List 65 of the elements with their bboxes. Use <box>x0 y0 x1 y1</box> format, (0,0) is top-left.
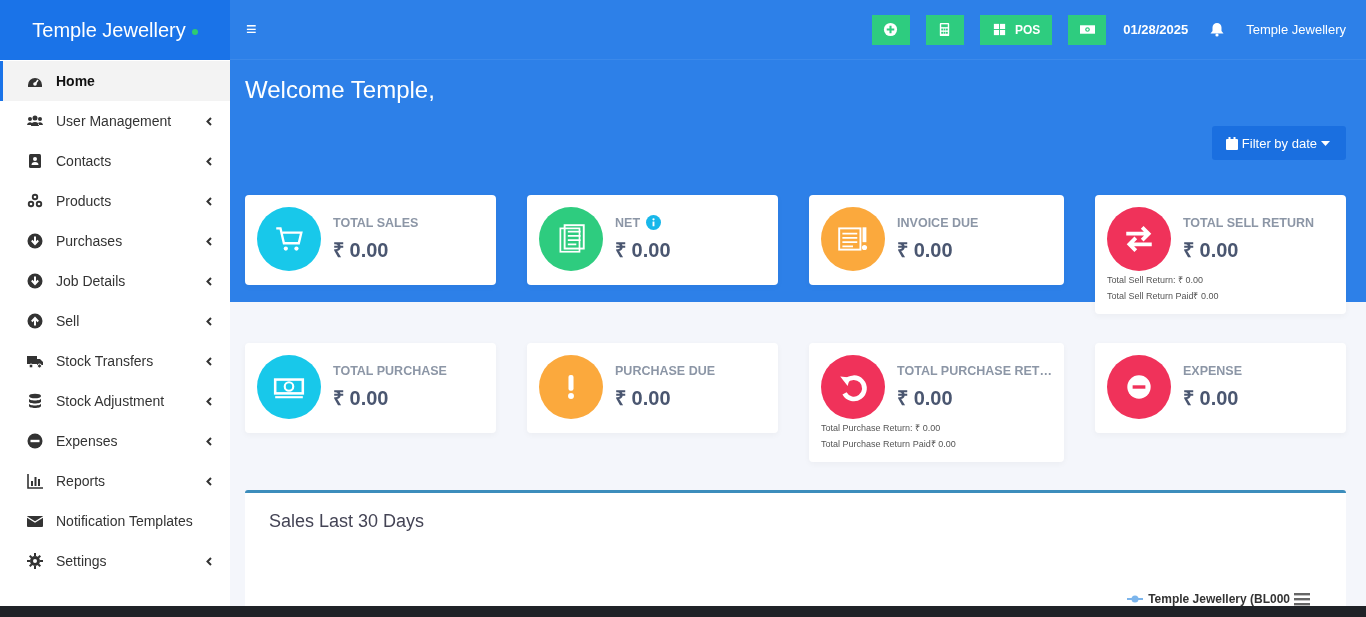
sidebar-item[interactable]: User Management <box>0 101 230 141</box>
sidebar-item[interactable]: Products <box>0 181 230 221</box>
stat-value: ₹ 0.00 <box>1182 385 1240 411</box>
stat-title: TOTAL PURCHASE RET… <box>897 363 1052 378</box>
sidebar-item[interactable]: Home <box>0 61 230 101</box>
stat-value: ₹ 0.00 <box>1182 237 1240 263</box>
user-menu-link[interactable]: Temple Jewellery <box>1246 22 1346 37</box>
toolbar-button[interactable] <box>1068 14 1107 45</box>
sidebar-item[interactable]: Purchases <box>0 221 230 261</box>
stat-value: ₹ 0.00 <box>897 385 954 411</box>
brand-name[interactable]: Temple Jewellery <box>32 18 186 42</box>
arrow-down-circle-icon <box>27 233 43 249</box>
gear-icon <box>27 553 43 569</box>
bar-chart-icon <box>27 473 43 489</box>
toolbar-button[interactable] <box>871 14 910 45</box>
sidebar-item[interactable]: Contacts <box>0 141 230 181</box>
banknote-icon <box>1079 22 1095 37</box>
stat-value: ₹ 0.00 <box>615 385 672 411</box>
contact-card-icon <box>27 153 43 169</box>
stat-title: TOTAL SALES <box>333 215 419 230</box>
stat-title: EXPENSE <box>1182 363 1242 378</box>
notification-bell-icon[interactable] <box>1210 22 1225 37</box>
arrow-up-circle-icon <box>27 313 43 329</box>
envelope-icon <box>27 513 43 529</box>
caret-icon <box>1321 140 1330 146</box>
stat-value: ₹ 0.00 <box>333 237 390 263</box>
chart-menu-icon[interactable] <box>1294 592 1310 606</box>
sidebar-item[interactable]: Settings <box>0 541 230 581</box>
stat-title: NET <box>615 215 641 230</box>
info-icon[interactable] <box>646 215 662 230</box>
toolbar-button[interactable] <box>925 14 964 45</box>
sidebar-item[interactable]: Notification Templates <box>0 501 230 541</box>
truck-icon <box>27 353 43 369</box>
sidebar-item[interactable]: Expenses <box>0 421 230 461</box>
minus-circle-icon <box>27 433 43 449</box>
stat-value: ₹ 0.00 <box>897 237 954 263</box>
stat-detail: Total Purchase Return: ₹ 0.00 <box>821 422 942 434</box>
arrow-down-circle-icon <box>27 273 43 289</box>
date-label: 01/28/2025 <box>1123 22 1189 37</box>
filter-button[interactable]: Filter by date <box>1211 126 1346 160</box>
menu-button[interactable]: ≡ <box>246 19 257 40</box>
welcome-heading: Welcome Temple, <box>245 76 436 104</box>
stat-detail: Total Sell Return Paid₹ 0.00 <box>1106 290 1220 302</box>
sidebar-item[interactable]: Stock Transfers <box>0 341 230 381</box>
calendar-icon <box>1225 136 1238 150</box>
stat-value: ₹ 0.00 <box>615 238 671 263</box>
users-icon <box>27 113 43 129</box>
sidebar-item[interactable]: Reports <box>0 461 230 501</box>
stat-detail: Total Purchase Return Paid₹ 0.00 <box>821 438 957 450</box>
stat-title: PURCHASE DUE <box>615 363 716 378</box>
database-icon <box>27 393 43 409</box>
sidebar-item[interactable]: Sell <box>0 301 230 341</box>
grid-icon <box>991 22 1007 37</box>
plus-circle-icon <box>883 22 899 37</box>
sidebar-item[interactable]: Job Details <box>0 261 230 301</box>
stat-title: TOTAL SELL RETURN <box>1182 215 1314 230</box>
stat-title: INVOICE DUE <box>897 215 979 230</box>
stat-value: ₹ 0.00 <box>333 385 390 411</box>
legend-marker-icon <box>1127 595 1144 603</box>
sidebar-item[interactable]: Stock Adjustment <box>0 381 230 421</box>
cubes-icon <box>27 193 43 209</box>
stat-title: TOTAL PURCHASE <box>333 363 447 378</box>
stat-detail: Total Sell Return: ₹ 0.00 <box>1106 274 1204 286</box>
panel-title: Sales Last 30 Days <box>269 511 426 532</box>
exclamation-icon <box>568 375 575 399</box>
